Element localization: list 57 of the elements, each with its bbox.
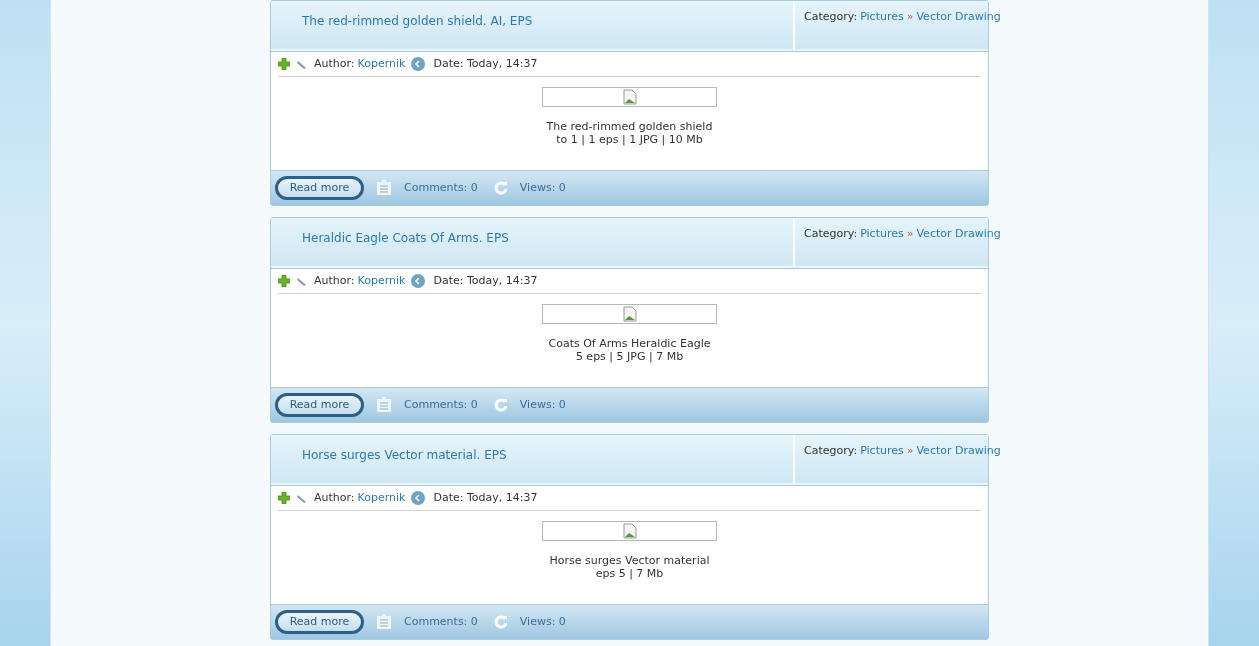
post-date: Date: Today, 14:37 <box>433 489 538 506</box>
author-link[interactable]: Kopernik <box>357 55 406 73</box>
image-caption: Coats Of Arms Heraldic Eagle <box>548 337 711 350</box>
refresh-icon <box>493 181 508 195</box>
comments-count: Comments: 0 <box>404 613 478 630</box>
notepad-icon <box>376 614 392 630</box>
plus-icon[interactable] <box>278 58 290 70</box>
plus-icon[interactable] <box>278 275 290 287</box>
read-more-button[interactable]: Read more <box>275 393 364 417</box>
pencil-icon <box>296 275 308 287</box>
clock-icon <box>411 274 426 288</box>
category-link[interactable]: Pictures <box>860 443 904 483</box>
category-link[interactable]: Pictures <box>860 226 904 266</box>
plus-icon[interactable] <box>278 492 290 504</box>
author-label: Author: <box>314 55 355 72</box>
broken-image-icon <box>622 523 637 539</box>
image-caption: The red-rimmed golden shield <box>546 120 713 133</box>
category-label: Category: <box>804 443 858 459</box>
category-label: Category: <box>804 226 858 242</box>
pencil-icon <box>296 58 308 70</box>
post-date: Date: Today, 14:37 <box>433 55 538 72</box>
subcategory-link[interactable]: Vector Drawing <box>916 226 1001 266</box>
subcategory-link[interactable]: Vector Drawing <box>916 9 1001 49</box>
read-more-button[interactable]: Read more <box>275 176 364 200</box>
comments-count: Comments: 0 <box>404 396 478 413</box>
file-info: 5 eps | 5 JPG | 7 Mb <box>575 350 684 363</box>
breadcrumb-separator: » <box>906 443 914 459</box>
views-count: Views: 0 <box>519 613 566 630</box>
author-link[interactable]: Kopernik <box>357 489 406 507</box>
post-title-link[interactable]: The red-rimmed golden shield. AI, EPS <box>302 14 533 28</box>
clock-icon <box>411 57 426 71</box>
notepad-icon <box>376 397 392 413</box>
broken-image-icon <box>622 306 637 322</box>
views-count: Views: 0 <box>519 179 566 196</box>
post-title-link[interactable]: Horse surges Vector material. EPS <box>302 448 507 462</box>
clock-icon <box>411 491 426 505</box>
post-date: Date: Today, 14:37 <box>433 272 538 289</box>
broken-image-icon <box>622 89 637 105</box>
author-label: Author: <box>314 272 355 289</box>
author-label: Author: <box>314 489 355 506</box>
image-caption: Horse surges Vector material <box>549 554 710 567</box>
file-info: eps 5 | 7 Mb <box>595 567 664 580</box>
read-more-button[interactable]: Read more <box>275 610 364 634</box>
pencil-icon <box>296 492 308 504</box>
views-count: Views: 0 <box>519 396 566 413</box>
breadcrumb-separator: » <box>906 226 914 242</box>
category-label: Category: <box>804 9 858 25</box>
refresh-icon <box>493 398 508 412</box>
notepad-icon <box>376 180 392 196</box>
comments-count: Comments: 0 <box>404 179 478 196</box>
author-link[interactable]: Kopernik <box>357 272 406 290</box>
refresh-icon <box>493 615 508 629</box>
file-info: to 1 | 1 eps | 1 JPG | 10 Mb <box>556 133 703 146</box>
post-title-link[interactable]: Heraldic Eagle Coats Of Arms. EPS <box>302 231 509 245</box>
subcategory-link[interactable]: Vector Drawing <box>916 443 1001 483</box>
category-link[interactable]: Pictures <box>860 9 904 49</box>
breadcrumb-separator: » <box>906 9 914 25</box>
